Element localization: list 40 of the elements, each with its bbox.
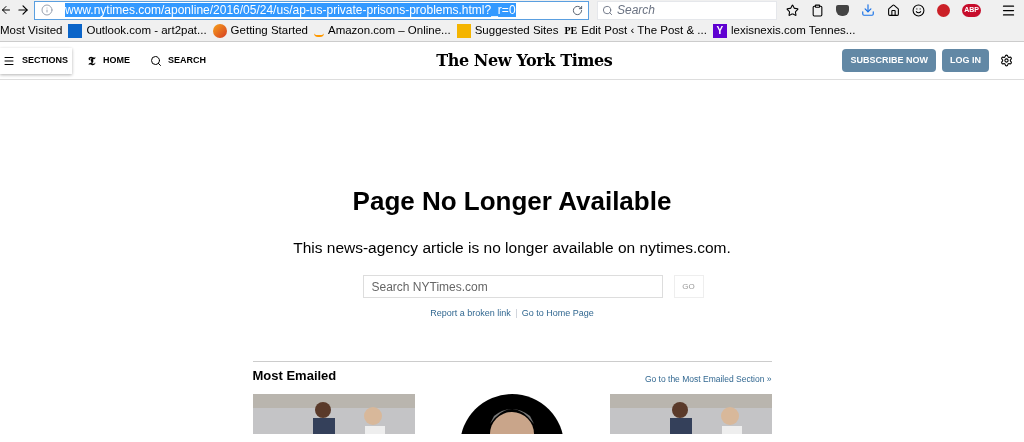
newspaper-logo[interactable]: The New York Times	[436, 48, 613, 73]
back-icon[interactable]	[0, 4, 12, 16]
section-link[interactable]: Go to the Most Emailed Section »	[644, 372, 772, 386]
subscribe-button[interactable]: SUBSCRIBE NOW	[842, 49, 936, 72]
bookmark-link[interactable]: Suggested Sites	[474, 21, 559, 40]
bookmark-link[interactable]: Outlook.com - art2pat...	[86, 21, 207, 40]
bookmark-link[interactable]: Edit Post ‹ The Post & ...	[581, 21, 707, 40]
forward-icon[interactable]	[16, 3, 30, 17]
search-field[interactable]: Search	[597, 0, 777, 20]
url-text: www.nytimes.com/aponline/2016/05/24/us/ap-us-private-prisons-problems.html?_r=0	[65, 3, 516, 17]
bookmark-icon: Y	[712, 23, 727, 38]
bookmark-link[interactable]: lexisnexis.com Tennes...	[730, 21, 856, 40]
section-title: Most Emailed	[252, 367, 337, 385]
home-link[interactable]: 𝕿 HOME	[88, 51, 130, 70]
home-page-link[interactable]: Go to Home Page	[521, 307, 594, 321]
menu-icon	[3, 54, 15, 67]
bookmark-link[interactable]: Most Visited	[0, 21, 63, 40]
info-icon	[41, 4, 53, 16]
home-icon[interactable]	[887, 3, 901, 17]
menu-icon[interactable]	[1001, 2, 1016, 18]
smile-arrow-icon	[313, 32, 324, 37]
search-icon	[602, 4, 613, 16]
bookmark-link[interactable]: Amazon.com – Online...	[327, 21, 451, 40]
bookmark-link[interactable]: Getting Started	[230, 21, 308, 40]
report-link[interactable]: Report a broken link	[430, 307, 511, 321]
logo-icon: 𝕿	[88, 51, 95, 70]
page-title: Page No Longer Available	[352, 186, 672, 216]
settings-icon[interactable]	[1000, 54, 1013, 67]
sections-button[interactable]: SECTIONS	[0, 47, 72, 74]
search-field[interactable]: Search NYTimes.com	[362, 275, 663, 298]
smiley-icon[interactable]	[912, 3, 926, 17]
star-icon[interactable]	[786, 3, 800, 17]
login-button[interactable]: LOG IN	[942, 49, 989, 72]
search-icon	[150, 54, 162, 67]
clipboard-icon[interactable]	[811, 3, 825, 17]
search-link[interactable]: SEARCH	[150, 53, 206, 68]
bookmark-icon: PE	[564, 23, 578, 38]
message-text: This news-agency article is no longer available on nytimes.com.	[293, 238, 731, 258]
download-icon[interactable]	[861, 3, 876, 17]
reload-icon[interactable]	[572, 4, 583, 16]
